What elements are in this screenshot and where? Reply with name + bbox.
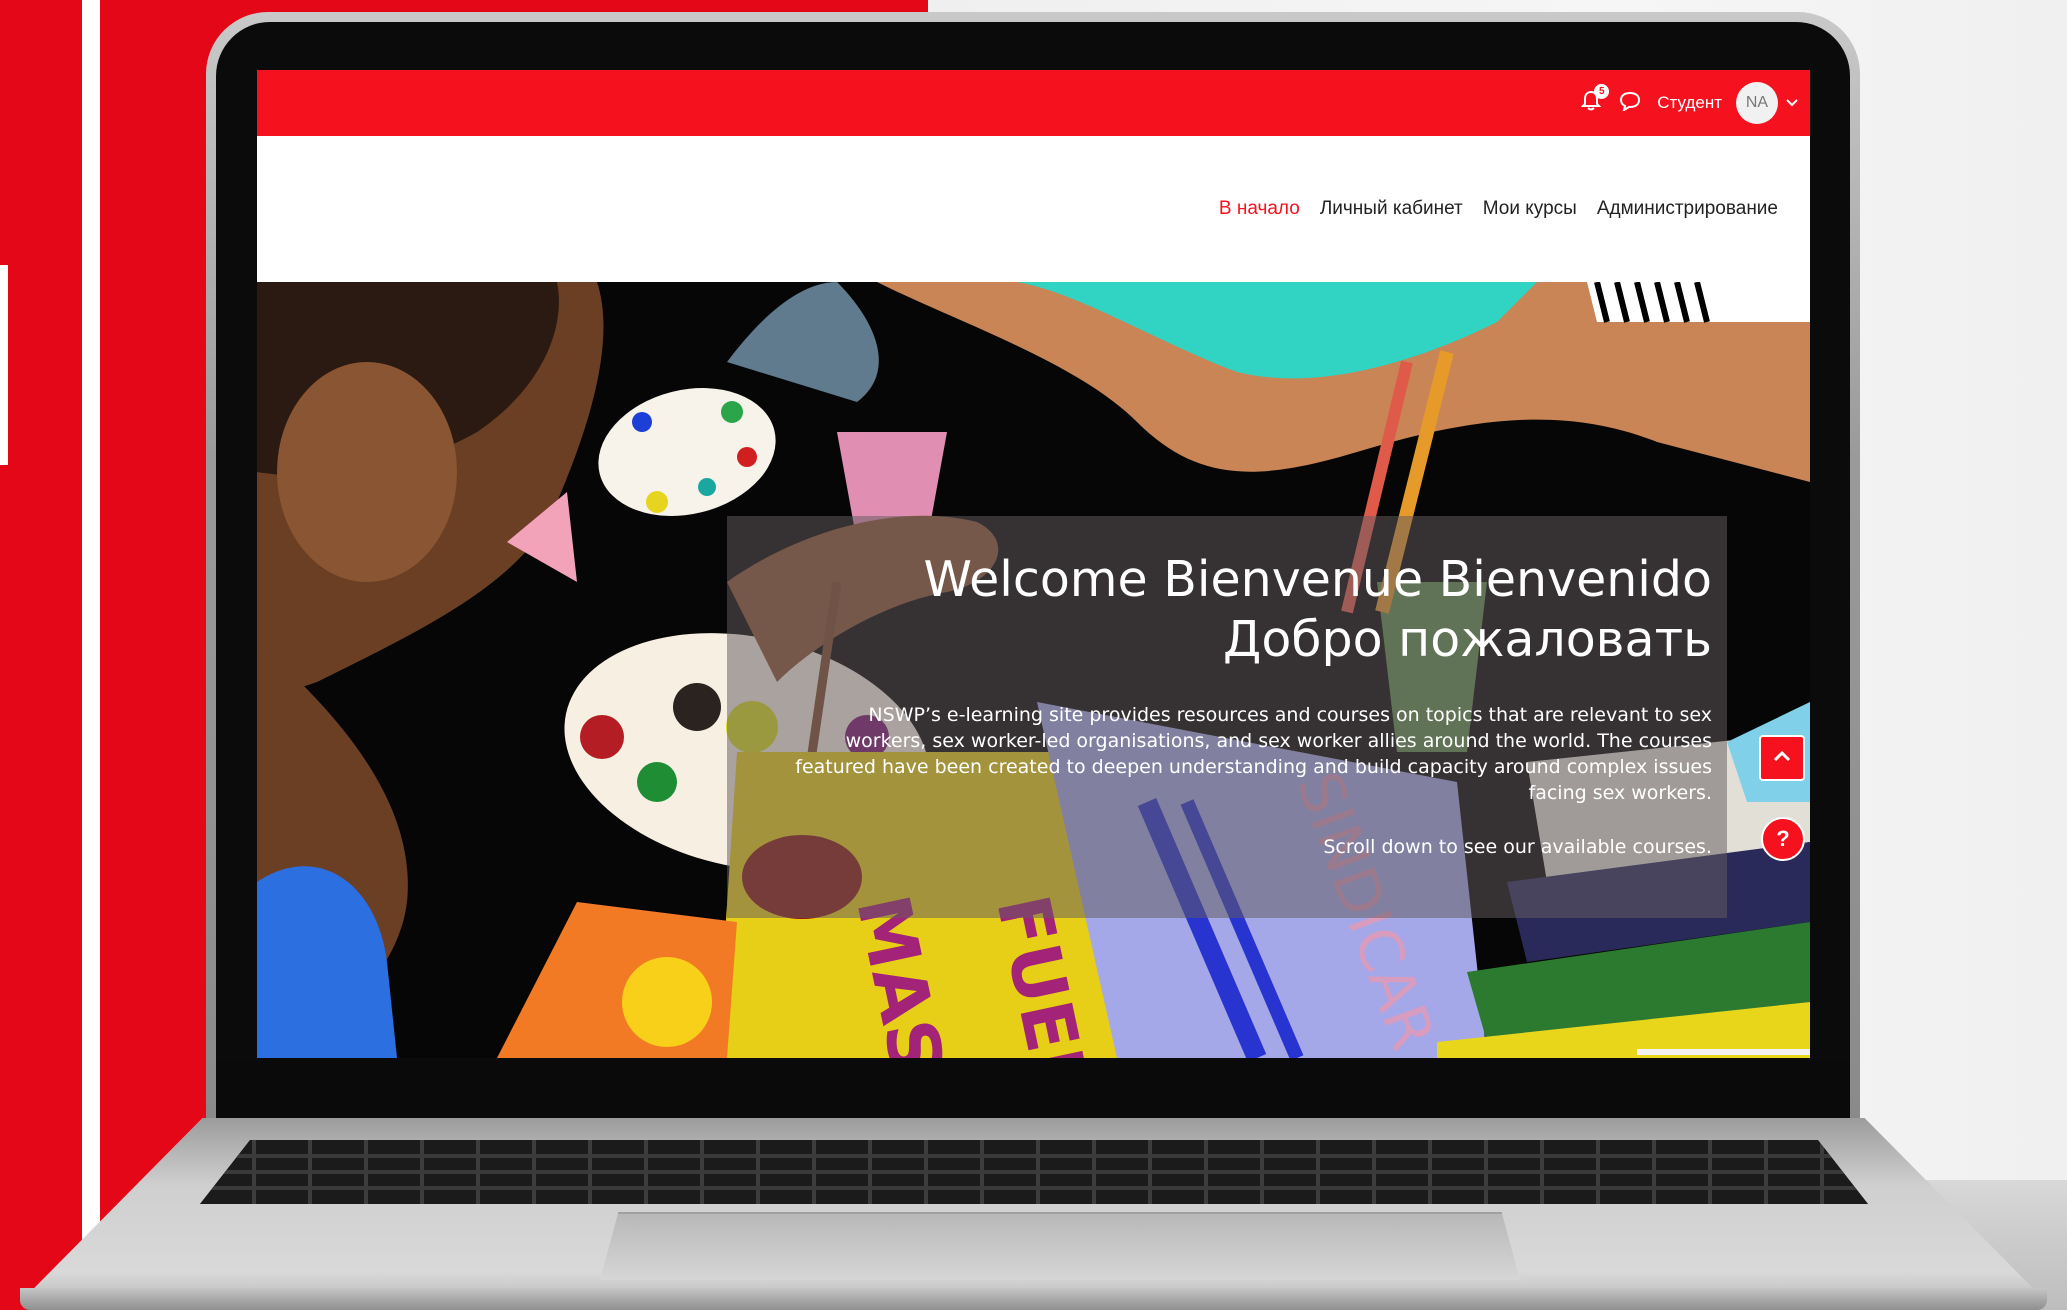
background-notch [0,265,8,465]
photo-scene: 5 Студент NA В начало Личный кабинет Мои… [0,0,2067,1310]
laptop-front-edge [20,1288,2047,1310]
laptop-screen: 5 Студент NA В начало Личный кабинет Мои… [257,70,1810,1058]
laptop-keyboard [200,1140,1868,1204]
nav-item-my-courses[interactable]: Мои курсы [1483,198,1577,220]
avatar: NA [1736,82,1778,124]
chevron-up-icon [1773,749,1791,767]
hero-banner: MAS FUER SINDICAR [257,282,1810,1058]
hero-scroll-hint: Scroll down to see our available courses… [1323,836,1712,858]
user-menu-area: 5 Студент NA [1579,70,1798,136]
back-to-top-button[interactable] [1759,735,1805,781]
primary-navigation: В начало Личный кабинет Мои курсы Админи… [257,136,1810,282]
top-bar: 5 Студент NA [257,70,1810,136]
nav-item-site-admin[interactable]: Администрирование [1597,198,1778,220]
chevron-down-icon [1786,94,1798,112]
messages-button[interactable] [1617,90,1643,116]
hero-description: NSWP’s e-learning site provides resource… [795,704,1712,804]
nav-item-dashboard[interactable]: Личный кабинет [1320,198,1463,220]
laptop-trackpad [600,1212,1520,1280]
help-icon: ? [1776,826,1790,851]
hero-title-line-2: Добро пожаловать [1223,611,1712,668]
notification-count-badge: 5 [1594,84,1610,99]
notifications-button[interactable]: 5 [1579,84,1610,116]
help-button[interactable]: ? [1761,817,1805,861]
background-white-stripe [82,0,100,1310]
background-red-panel [0,0,82,1310]
user-role-label: Студент [1657,93,1722,112]
hero-title-line-1: Welcome Bienvenue Bienvenido [923,551,1712,608]
user-menu-toggle[interactable]: NA [1736,82,1798,124]
nav-links: В начало Личный кабинет Мои курсы Админи… [1219,136,1778,282]
chat-icon [1619,91,1641,116]
laptop-chin [216,1060,1850,1120]
hero-title: Welcome Bienvenue Bienvenido Добро пожал… [712,550,1712,670]
nav-item-home[interactable]: В начало [1219,198,1300,220]
